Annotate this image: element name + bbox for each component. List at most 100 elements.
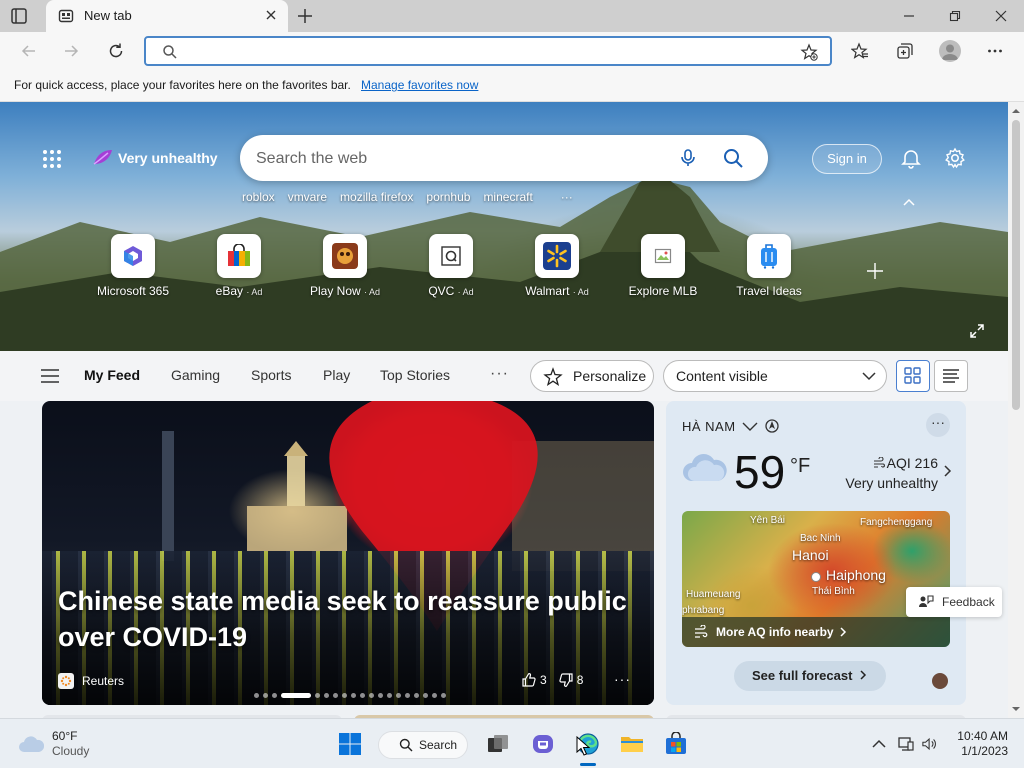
network-icon[interactable] [898, 737, 914, 751]
location-target-icon[interactable] [764, 418, 780, 434]
carousel-dot[interactable] [441, 693, 446, 698]
tab-top-stories[interactable]: Top Stories [380, 367, 450, 383]
carousel-dot[interactable] [432, 693, 437, 698]
restore-button[interactable] [932, 0, 978, 32]
microsoft-store-icon[interactable] [664, 732, 688, 756]
personalize-button[interactable]: Personalize [530, 360, 654, 392]
feedback-button[interactable]: Feedback [906, 587, 1002, 617]
file-explorer-icon[interactable] [620, 732, 644, 756]
chevron-up-icon[interactable] [871, 737, 887, 751]
new-tab-button[interactable] [296, 7, 314, 25]
taskbar-search[interactable]: Search [378, 731, 468, 759]
scroll-thumb[interactable] [1012, 120, 1020, 410]
quick-link-travel-ideas[interactable]: Travel Ideas [716, 234, 822, 298]
weather-location[interactable]: HÀ NAM [682, 418, 780, 434]
list-view-button[interactable] [934, 360, 968, 392]
add-quick-link-icon[interactable] [866, 262, 884, 280]
close-window-button[interactable] [978, 0, 1024, 32]
feed-more-tabs-button[interactable]: ··· [490, 365, 509, 383]
carousel-dot[interactable] [263, 693, 268, 698]
article-headline[interactable]: Chinese state media seek to reassure pub… [58, 583, 638, 655]
trending-item[interactable]: minecraft [483, 190, 532, 204]
favorites-button[interactable] [849, 40, 871, 62]
expand-background-icon[interactable] [970, 324, 984, 338]
gear-icon[interactable] [944, 147, 966, 169]
quick-link-explore-mlb[interactable]: Explore MLB [610, 234, 716, 298]
minimize-button[interactable] [886, 0, 932, 32]
refresh-button[interactable] [105, 40, 127, 62]
quick-link-walmart[interactable]: Walmart · Ad [504, 234, 610, 298]
scroll-up-icon[interactable] [1008, 104, 1024, 118]
web-search-box[interactable] [240, 135, 768, 181]
address-bar[interactable] [144, 36, 832, 66]
weather-more-button[interactable]: ··· [926, 413, 950, 437]
carousel-dot[interactable] [405, 693, 410, 698]
tab-actions-icon[interactable] [10, 7, 28, 25]
hamburger-menu-icon[interactable] [41, 369, 59, 383]
settings-more-button[interactable] [984, 40, 1006, 62]
scroll-down-icon[interactable] [1008, 702, 1024, 716]
forward-button[interactable] [60, 40, 82, 62]
carousel-dot[interactable] [254, 693, 259, 698]
tab-my-feed[interactable]: My Feed [84, 367, 140, 383]
trending-more-button[interactable]: ··· [561, 190, 573, 204]
carousel-dot[interactable] [351, 693, 356, 698]
trending-item[interactable]: roblox [242, 190, 275, 204]
aqi-summary[interactable]: AQI 216 Very unhealthy [816, 453, 938, 493]
thumbs-up-icon[interactable] [522, 673, 536, 687]
tab-new-tab[interactable]: New tab [46, 0, 288, 32]
taskbar-weather-widget[interactable]: 60°F Cloudy [18, 729, 89, 759]
quick-link-ebay[interactable]: eBay · Ad [186, 234, 292, 298]
carousel-dot[interactable] [324, 693, 329, 698]
address-input[interactable] [180, 42, 780, 60]
collections-button[interactable] [894, 40, 916, 62]
carousel-dot[interactable] [387, 693, 392, 698]
top-story-card[interactable]: Chinese state media seek to reassure pub… [42, 401, 654, 705]
more-aq-info-link[interactable]: More AQ info nearby [682, 617, 950, 647]
quick-link-qvc[interactable]: QVC · Ad [398, 234, 504, 298]
trending-item[interactable]: mozilla firefox [340, 190, 413, 204]
aq-map[interactable]: Yên Bái Bac Ninh Fangchenggang Hanoi Hai… [682, 511, 950, 647]
carousel-dot[interactable] [369, 693, 374, 698]
system-clock[interactable]: 10:40 AM 1/1/2023 [948, 729, 1008, 759]
carousel-dot[interactable] [378, 693, 383, 698]
carousel-dot[interactable] [315, 693, 320, 698]
weather-extra-thumbnail[interactable] [932, 673, 948, 689]
add-favorite-icon[interactable] [800, 43, 818, 61]
tab-play[interactable]: Play [323, 367, 350, 383]
volume-icon[interactable] [922, 737, 938, 751]
carousel-dot[interactable] [396, 693, 401, 698]
content-visibility-dropdown[interactable]: Content visible [663, 360, 887, 392]
temperature-unit[interactable]: °F [790, 455, 810, 478]
carousel-dot[interactable] [342, 693, 347, 698]
article-source[interactable]: Reuters [58, 673, 124, 689]
search-submit-icon[interactable] [722, 147, 744, 169]
air-quality-brand[interactable]: Very unhealthy [92, 148, 218, 168]
bell-icon[interactable] [900, 147, 922, 169]
trending-item[interactable]: vmvare [288, 190, 327, 204]
apps-launcher-icon[interactable] [42, 149, 62, 169]
sign-in-button[interactable]: Sign in [812, 144, 882, 174]
grid-view-button[interactable] [896, 360, 930, 392]
carousel-dot[interactable] [414, 693, 419, 698]
page-scrollbar[interactable] [1008, 102, 1024, 718]
carousel-dot[interactable] [333, 693, 338, 698]
trending-item[interactable]: pornhub [426, 190, 470, 204]
chevron-up-icon[interactable] [902, 196, 916, 208]
manage-favorites-link[interactable]: Manage favorites now [361, 78, 478, 92]
profile-avatar[interactable] [939, 40, 961, 62]
quick-link-play-now[interactable]: Play Now · Ad [292, 234, 398, 298]
tab-sports[interactable]: Sports [251, 367, 291, 383]
article-more-button[interactable]: ··· [614, 671, 631, 687]
see-full-forecast-button[interactable]: See full forecast [734, 661, 886, 691]
carousel-dot[interactable] [281, 693, 311, 698]
back-button[interactable] [18, 40, 40, 62]
chevron-right-icon[interactable] [942, 465, 952, 477]
tab-gaming[interactable]: Gaming [171, 367, 220, 383]
task-view-icon[interactable] [486, 732, 510, 756]
carousel-dot[interactable] [423, 693, 428, 698]
microphone-icon[interactable] [678, 148, 698, 168]
windows-start-icon[interactable] [338, 732, 362, 756]
web-search-input[interactable] [256, 149, 646, 169]
thumbs-down-icon[interactable] [559, 673, 573, 687]
